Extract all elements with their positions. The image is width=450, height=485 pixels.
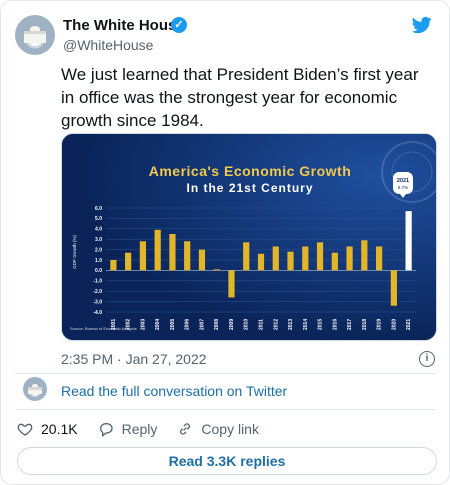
x-tick-label: 2021 [406,319,412,330]
x-tick-label: 2005 [170,319,176,330]
author-handle[interactable]: @WhiteHouse [63,37,153,53]
x-tick-label: 2008 [214,319,220,330]
author-name[interactable]: The White House [63,17,185,34]
heart-icon [17,423,33,436]
author-avatar[interactable] [15,15,55,55]
conversation-avatar[interactable] [23,377,47,401]
y-tick-label: 2.0 [95,247,102,253]
x-tick-label: 2013 [288,319,294,330]
y-tick-label: 1.0 [95,258,102,264]
bar-2020 [390,270,397,306]
verified-badge-icon: ✓ [171,17,187,33]
y-tick-label: -4.0 [93,310,102,316]
highlight-callout-year: 2021 [397,178,409,184]
chart-title: America's Economic Growth [149,163,352,179]
bar-2011 [257,253,265,271]
copy-link-button[interactable]: Copy link [177,421,259,437]
bar-2007 [198,249,206,271]
x-tick-label: 2018 [362,319,368,330]
bar-2010 [243,242,250,271]
x-tick-label: 2003 [140,319,146,330]
y-tick-label: -3.0 [93,299,102,305]
bar-2002 [125,252,132,271]
white-house-building [23,31,47,43]
like-count: 20.1K [41,421,78,437]
y-tick-label: 3.0 [95,237,102,243]
bar-2005 [169,234,176,271]
chart-source: Source: Bureau of Economic Analysis [70,326,137,331]
y-axis-label: GDP Growth (%) [72,235,77,269]
bar-2003 [139,241,147,271]
x-tick-label: 2014 [303,319,309,330]
link-icon [180,423,191,435]
x-tick-label: 2011 [259,319,265,330]
reply-label: Reply [121,421,158,437]
bar-2004 [154,229,161,271]
bar-2006 [184,241,191,271]
x-tick-label: 2010 [244,319,250,330]
x-tick-label: 2009 [229,319,235,330]
chart-subtitle: In the 21st Century [186,181,313,195]
x-tick-label: 2004 [155,319,161,330]
bar-2015 [316,242,324,271]
read-replies-button[interactable]: Read 3.3K replies [17,447,437,475]
x-tick-label: 2019 [377,319,383,330]
x-tick-label: 2012 [273,319,279,330]
bar-2018 [361,240,368,271]
highlight-callout-value: 5.7% [398,185,408,190]
bar-2021 [405,211,412,271]
x-tick-label: 2016 [332,319,338,330]
y-tick-label: -1.0 [93,279,102,285]
x-tick-label: 2020 [391,319,397,330]
bar-2009 [228,270,235,298]
bar-2013 [287,251,294,271]
x-tick-label: 2015 [318,319,324,330]
info-icon[interactable]: i [419,351,435,367]
full-conversation-link[interactable]: Read the full conversation on Twitter [61,383,287,399]
reply-icon [99,423,113,437]
bar-2008 [213,269,220,271]
y-tick-label: 0.0 [95,268,102,274]
copy-link-label: Copy link [201,421,259,437]
bar-2012 [272,246,279,271]
white-house-building [28,386,42,394]
bar-2017 [346,246,353,271]
y-tick-label: -2.0 [93,289,102,295]
x-tick-label: 2006 [185,319,191,330]
twitter-bird-icon[interactable] [411,15,433,35]
tweet-text: We just learned that President Biden’s f… [61,65,419,130]
bar-2016 [331,252,338,271]
y-tick-label: 5.0 [95,216,102,222]
x-tick-label: 2007 [199,319,205,330]
like-button[interactable]: 20.1K [17,421,78,437]
x-tick-label: 2017 [347,319,353,330]
bar-2001 [110,260,117,271]
divider [15,373,435,374]
y-tick-label: 4.0 [95,227,102,233]
bar-2019 [375,246,383,271]
y-tick-label: 6.0 [95,206,102,212]
reply-button[interactable]: Reply [98,421,158,437]
divider [15,409,435,410]
tweet-actions: 20.1K Reply Copy link [17,421,279,437]
tweet-image[interactable]: America's Economic Growth In the 21st Ce… [61,133,437,341]
bar-2014 [302,246,309,271]
gdp-chart: America's Economic Growth In the 21st Ce… [62,134,436,340]
tweet-timestamp[interactable]: 2:35 PM · Jan 27, 2022 [61,351,207,367]
tweet-card: The White House ✓ @WhiteHouse We just le… [0,0,450,485]
